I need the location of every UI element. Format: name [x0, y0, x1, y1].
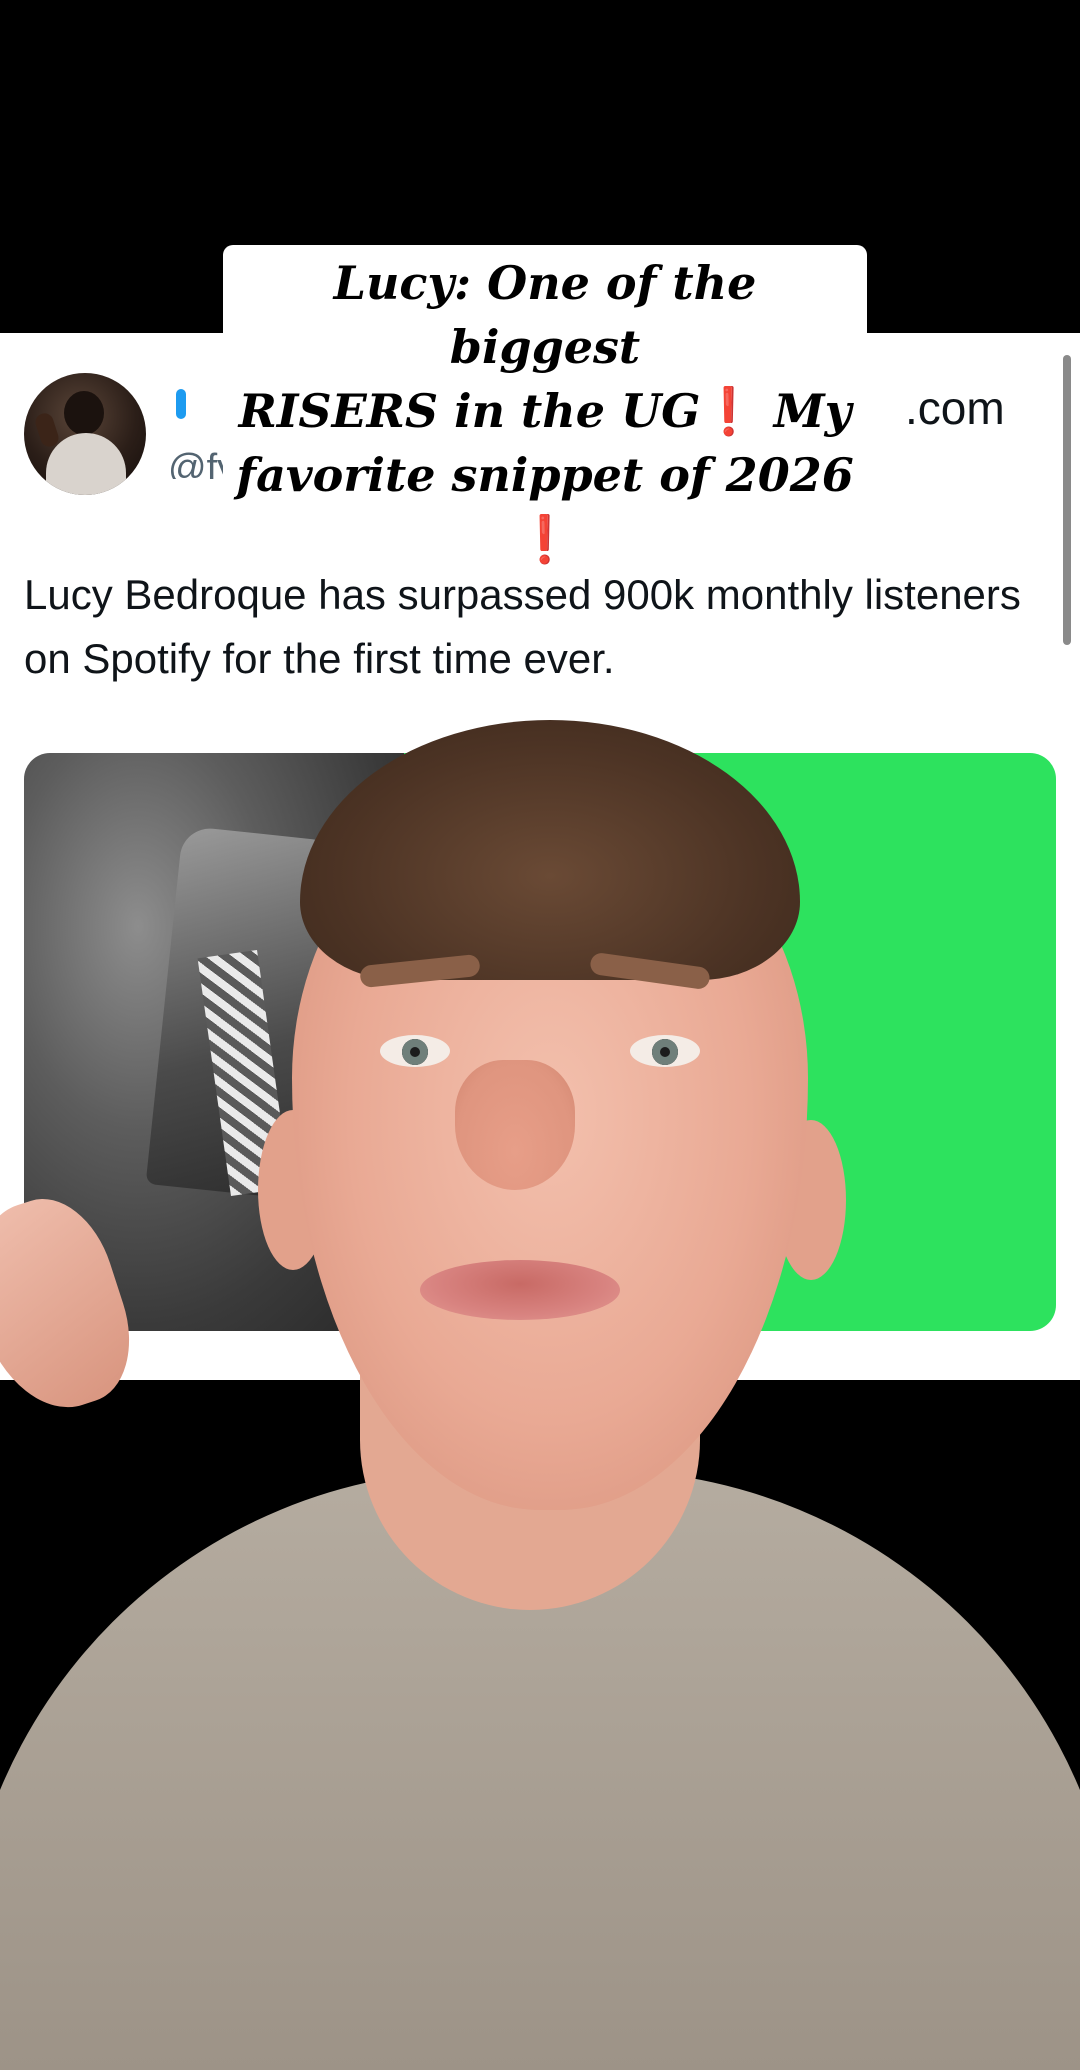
- caption-line-2-tail: My: [757, 384, 852, 438]
- caption-line-3: favorite snippet of 2026 ❗: [233, 443, 857, 571]
- tweet-media[interactable]: potify: [24, 753, 1056, 1331]
- video-caption: Lucy: One of the biggest RISERS in the U…: [223, 245, 867, 579]
- caption-line-1: Lucy: One of the biggest: [333, 256, 757, 374]
- spotify-wordmark: potify: [414, 1016, 583, 1088]
- display-name-domain: .com: [905, 382, 1005, 434]
- exclamation-icon: ❗: [516, 512, 574, 566]
- exclamation-icon: ❗: [700, 384, 758, 438]
- tweet-body: Lucy Bedroque has surpassed 900k monthly…: [24, 571, 1021, 682]
- album-art-image: [24, 753, 404, 1331]
- avatar-body: [46, 433, 126, 495]
- caption-line-3-text: favorite snippet of 2026: [236, 448, 854, 502]
- scrollbar[interactable]: [1063, 355, 1071, 645]
- avatar-head: [64, 391, 104, 435]
- caption-line-2: RISERS in the UG❗ My: [233, 379, 857, 443]
- verified-badge-icon: [176, 389, 186, 419]
- caption-line-2-text: RISERS in the UG: [238, 384, 701, 438]
- avatar-hand: [33, 411, 61, 449]
- presenter-shirt: [0, 1470, 1080, 2070]
- avatar[interactable]: [24, 373, 146, 495]
